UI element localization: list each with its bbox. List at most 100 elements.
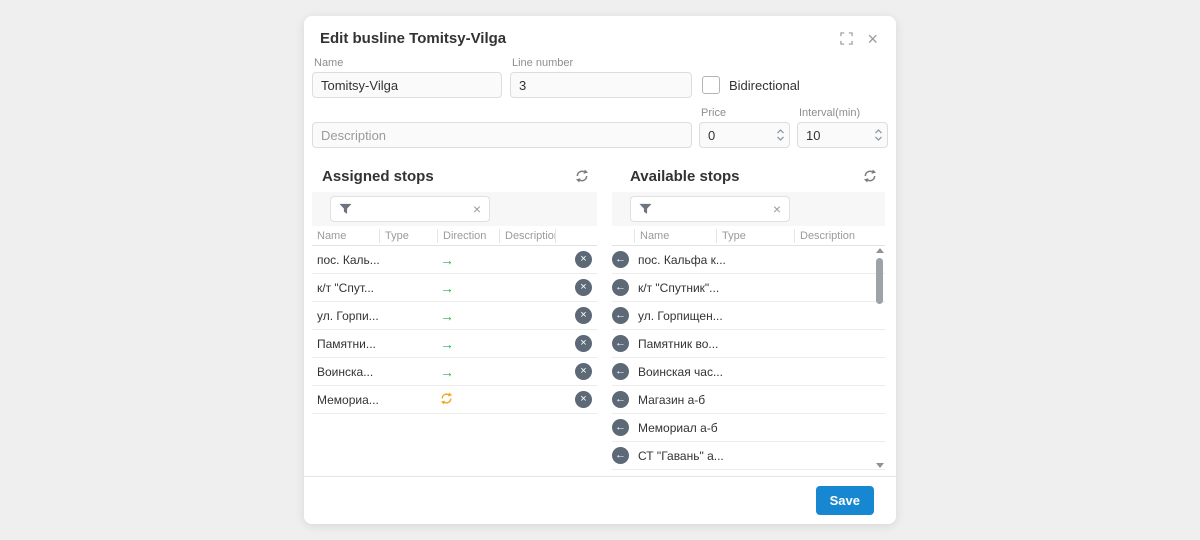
scrollbar-thumb[interactable] xyxy=(876,258,883,304)
assigned-filter-bar: × xyxy=(312,192,597,226)
price-label: Price xyxy=(701,107,790,119)
line-number-label: Line number xyxy=(512,57,692,69)
assigned-stops-title: Assigned stops xyxy=(322,168,434,185)
column-header-type[interactable]: Type xyxy=(379,229,437,243)
row-actions: ← xyxy=(612,279,634,296)
available-stop-row: ← к/т "Спутник"... xyxy=(612,274,885,302)
assigned-stops-list: пос. Каль...→×к/т "Спут...→×ул. Горпи...… xyxy=(312,246,597,414)
remove-stop-button[interactable]: × xyxy=(575,307,592,324)
refresh-icon[interactable] xyxy=(861,167,879,185)
row-actions: × xyxy=(555,363,597,380)
available-filter-input[interactable]: × xyxy=(630,196,790,222)
column-header-name[interactable]: Name xyxy=(312,229,379,243)
row-actions: × xyxy=(555,307,597,324)
direction-forward-icon: → xyxy=(440,280,454,296)
available-stops-title: Available stops xyxy=(630,168,739,185)
direction-forward-icon: → xyxy=(440,252,454,268)
row-actions: ← xyxy=(612,335,634,352)
column-header-type[interactable]: Type xyxy=(716,229,794,243)
clear-filter-icon[interactable]: × xyxy=(773,203,781,215)
assigned-stop-row: пос. Каль...→× xyxy=(312,246,597,274)
stop-name: к/т "Спутник"... xyxy=(634,281,719,295)
bidirectional-label: Bidirectional xyxy=(729,78,800,93)
row-actions: × xyxy=(555,335,597,352)
assigned-stop-row: к/т "Спут... → × xyxy=(312,274,597,302)
add-stop-button[interactable]: ← xyxy=(612,447,629,464)
stop-name: Воинска... xyxy=(312,365,379,379)
column-header-description[interactable]: Description xyxy=(794,229,885,243)
row-actions: × xyxy=(555,391,597,408)
description-input[interactable] xyxy=(312,122,692,148)
row-actions: ← xyxy=(612,251,634,268)
expand-icon[interactable] xyxy=(840,32,853,45)
stop-direction: → xyxy=(437,364,499,380)
busline-form: Name Line number Bidirectional Price xyxy=(304,57,896,148)
assigned-filter-input[interactable]: × xyxy=(330,196,490,222)
name-input[interactable] xyxy=(312,72,502,98)
interval-label: Interval(min) xyxy=(799,107,888,119)
refresh-icon[interactable] xyxy=(573,167,591,185)
assigned-stop-row: ул. Горпи...→× xyxy=(312,302,597,330)
stop-name: Магазин а-б xyxy=(634,393,705,407)
row-actions: × xyxy=(555,251,597,268)
funnel-icon[interactable] xyxy=(639,203,652,215)
stop-name: ул. Горпищен... xyxy=(634,309,723,323)
direction-forward-icon: → xyxy=(440,336,454,352)
assigned-stop-row: Памятни... → × xyxy=(312,330,597,358)
add-stop-button[interactable]: ← xyxy=(612,279,629,296)
column-header-actions xyxy=(555,229,597,243)
row-actions: ← xyxy=(612,307,634,324)
line-number-input[interactable] xyxy=(510,72,692,98)
stop-name: Памятни... xyxy=(312,337,379,351)
available-stop-row: ←СТ "Гавань" а... xyxy=(612,442,885,470)
column-header-name[interactable]: Name xyxy=(634,229,716,243)
available-stop-row: ← пос. Кальфа к... xyxy=(612,246,885,274)
stop-direction: → xyxy=(437,252,499,268)
remove-stop-button[interactable]: × xyxy=(575,391,592,408)
available-stop-row: ←Воинская час... xyxy=(612,358,885,386)
name-label: Name xyxy=(314,57,502,69)
column-header-direction[interactable]: Direction xyxy=(437,229,499,243)
remove-stop-button[interactable]: × xyxy=(575,251,592,268)
stop-name: Памятник во... xyxy=(634,337,718,351)
interval-spinner-icon[interactable] xyxy=(874,128,883,142)
add-stop-button[interactable]: ← xyxy=(612,363,629,380)
bidirectional-checkbox[interactable] xyxy=(702,76,720,94)
available-stop-row: ← Магазин а-б xyxy=(612,386,885,414)
stop-name: Мемориа... xyxy=(312,393,379,407)
assigned-stop-row: Мемориа... × xyxy=(312,386,597,414)
add-stop-button[interactable]: ← xyxy=(612,307,629,324)
row-actions: ← xyxy=(612,419,634,436)
stop-name: к/т "Спут... xyxy=(312,281,379,295)
funnel-icon[interactable] xyxy=(339,203,352,215)
price-spinner-icon[interactable] xyxy=(776,128,785,142)
column-header-actions xyxy=(612,229,634,243)
row-actions: × xyxy=(555,279,597,296)
column-header-description[interactable]: Description xyxy=(499,229,555,243)
scrollbar[interactable] xyxy=(874,248,885,468)
available-stop-row: ← ул. Горпищен... xyxy=(612,302,885,330)
scroll-up-icon[interactable] xyxy=(876,248,884,253)
edit-busline-dialog: Edit busline Tomitsy-Vilga × Name Line n… xyxy=(304,16,896,524)
clear-filter-icon[interactable]: × xyxy=(473,203,481,215)
assigned-stops-panel: Assigned stops × Name Type Direction xyxy=(312,160,597,470)
close-icon[interactable]: × xyxy=(867,32,878,46)
add-stop-button[interactable]: ← xyxy=(612,391,629,408)
remove-stop-button[interactable]: × xyxy=(575,363,592,380)
remove-stop-button[interactable]: × xyxy=(575,279,592,296)
stop-direction: → xyxy=(437,336,499,352)
direction-forward-icon: → xyxy=(440,364,454,380)
add-stop-button[interactable]: ← xyxy=(612,419,629,436)
stop-name: ул. Горпи... xyxy=(312,309,379,323)
add-stop-button[interactable]: ← xyxy=(612,335,629,352)
available-stop-row: ← Памятник во... xyxy=(612,330,885,358)
add-stop-button[interactable]: ← xyxy=(612,251,629,268)
scroll-down-icon[interactable] xyxy=(876,463,884,468)
available-stops-list: ← пос. Кальфа к... ← к/т "Спутник"... ← ул. Г… xyxy=(612,246,885,470)
stop-name: пос. Кальфа к... xyxy=(634,253,726,267)
dialog-title: Edit busline Tomitsy-Vilga xyxy=(320,30,506,47)
save-button[interactable]: Save xyxy=(816,486,874,515)
stop-direction: → xyxy=(437,280,499,296)
dialog-footer: Save xyxy=(304,476,896,524)
remove-stop-button[interactable]: × xyxy=(575,335,592,352)
